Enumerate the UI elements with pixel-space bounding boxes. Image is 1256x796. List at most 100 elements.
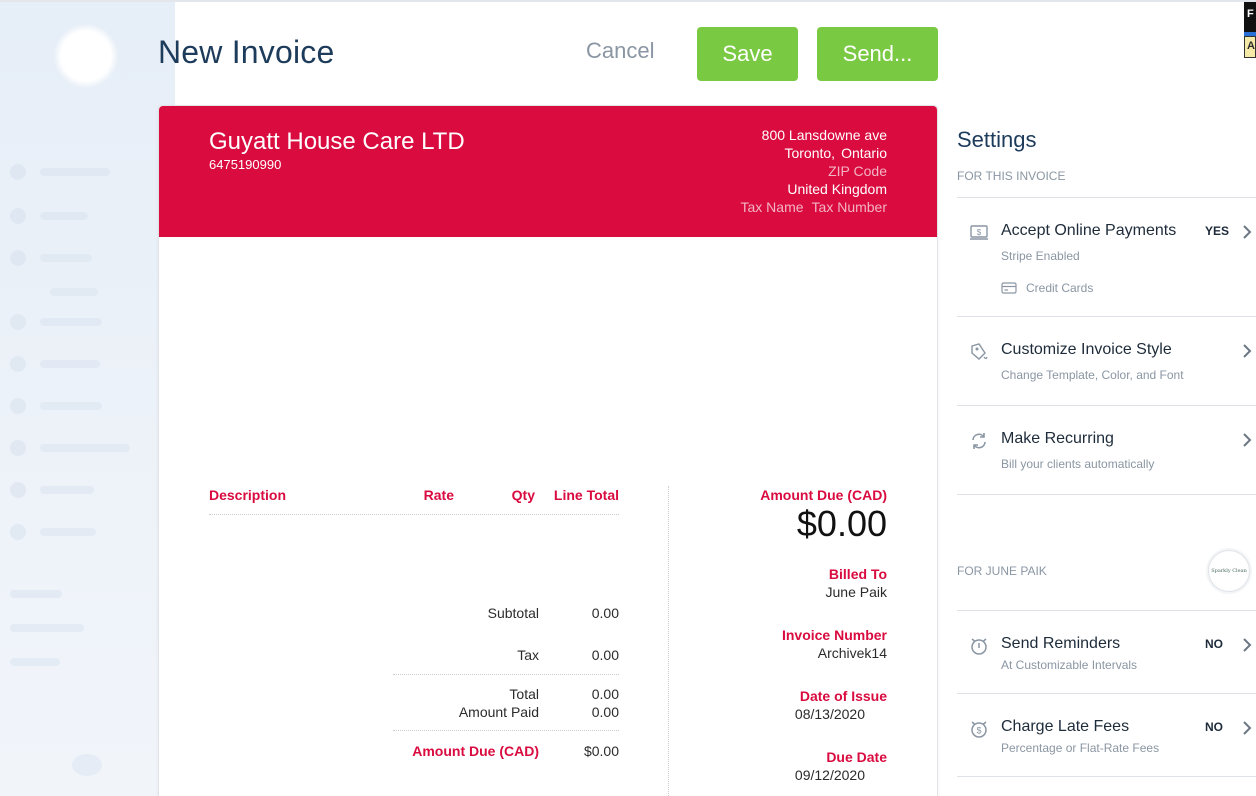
customize-invoice-style-desc: Change Template, Color, and Font	[1001, 368, 1184, 382]
invoice-number-value[interactable]: Archivek14	[818, 645, 887, 661]
send-reminders-title: Send Reminders	[1001, 635, 1121, 652]
address-country: United Kingdom	[787, 181, 887, 197]
sidebar-item[interactable]	[10, 354, 100, 374]
address-province: Ontario	[841, 145, 887, 161]
subtotal-label: Subtotal	[487, 605, 539, 621]
sidebar-item[interactable]	[10, 206, 88, 226]
sidebar-logo	[54, 24, 118, 88]
accept-online-payments-title: Accept Online Payments	[1001, 222, 1177, 239]
chevron-right-icon	[1243, 638, 1252, 652]
client-logo-text: Sparkly Clean	[1211, 568, 1247, 574]
column-description: Description	[209, 487, 287, 503]
summary-divider	[393, 730, 619, 731]
tax-number: Tax Number	[811, 199, 887, 215]
paint-icon	[971, 343, 988, 360]
table-divider	[209, 514, 619, 515]
amount-paid-label: Amount Paid	[458, 704, 539, 720]
sidebar-bottom-icon[interactable]	[72, 754, 102, 776]
cancel-button[interactable]: Cancel	[586, 38, 654, 64]
invoice-card: Guyatt House Care LTD 6475190990 800 Lan…	[158, 105, 938, 796]
sidebar	[0, 2, 175, 796]
sidebar-item[interactable]	[10, 248, 92, 268]
date-of-issue-value[interactable]: 08/13/2020	[795, 706, 865, 722]
tax-row: Tax Name Tax Number	[741, 198, 888, 216]
company-name[interactable]: Guyatt House Care LTD	[209, 128, 465, 156]
sidebar-item[interactable]	[10, 480, 94, 500]
chevron-right-icon	[1243, 344, 1252, 358]
credit-card-icon	[1001, 282, 1017, 294]
tax-value: 0.00	[591, 647, 619, 663]
make-recurring-title: Make Recurring	[1001, 430, 1114, 447]
due-date-value[interactable]: 09/12/2020	[795, 767, 865, 783]
sidebar-footer-link[interactable]	[10, 624, 84, 632]
svg-text:$: $	[976, 726, 981, 736]
settings-for-invoice-label: FOR THIS INVOICE	[957, 169, 1066, 183]
settings-panel: Settings FOR THIS INVOICE $ Accept Onlin…	[957, 105, 1256, 796]
charge-late-fees-status: NO	[1205, 720, 1223, 734]
send-button[interactable]: Send...	[817, 27, 938, 81]
total-value: 0.00	[591, 686, 619, 702]
sidebar-footer-link[interactable]	[10, 590, 62, 598]
page-title: New Invoice	[158, 34, 335, 70]
sidebar-subitem[interactable]	[50, 288, 98, 296]
save-button[interactable]: Save	[697, 27, 798, 81]
invoice-number-label: Invoice Number	[781, 627, 887, 643]
accept-online-payments-item[interactable]: $ Accept Online Payments YES Stripe Enab…	[957, 219, 1256, 299]
column-qty: Qty	[511, 487, 535, 503]
date-of-issue-label: Date of Issue	[799, 688, 887, 704]
amount-paid-value: 0.00	[591, 704, 619, 720]
svg-text:$: $	[977, 228, 982, 237]
amount-due-heading: Amount Due (CAD)	[760, 487, 887, 503]
sidebar-footer-link[interactable]	[10, 658, 60, 666]
sidebar-item[interactable]	[10, 312, 102, 332]
address-zip: ZIP Code	[828, 163, 887, 179]
settings-for-client-label: FOR JUNE PAIK	[957, 564, 1047, 578]
credit-cards-label: Credit Cards	[1026, 281, 1094, 295]
charge-late-fees-desc: Percentage or Flat-Rate Fees	[1001, 741, 1160, 755]
company-address[interactable]: 800 Lansdowne ave Toronto, Ontario ZIP Co…	[741, 126, 888, 216]
make-recurring-item[interactable]: Make Recurring Bill your clients automat…	[957, 427, 1256, 477]
accept-online-payments-desc: Stripe Enabled	[1001, 249, 1080, 263]
corner-badge-bottom: A	[1244, 36, 1256, 58]
credit-cards-row: Credit Cards	[1001, 281, 1093, 295]
invoice-header[interactable]: Guyatt House Care LTD 6475190990 800 Lan…	[159, 106, 937, 237]
amount-due-total: $0.00	[796, 503, 887, 544]
subtotal-value: 0.00	[591, 605, 619, 621]
summary-divider	[393, 674, 619, 675]
sidebar-item[interactable]	[10, 438, 130, 458]
charge-late-fees-title: Charge Late Fees	[1001, 718, 1130, 735]
late-fee-icon: $	[971, 721, 987, 738]
customize-invoice-style-title: Customize Invoice Style	[1001, 341, 1172, 358]
address-city-row: Toronto, Ontario	[741, 144, 887, 162]
address-city: Toronto,	[784, 145, 836, 161]
company-phone[interactable]: 6475190990	[209, 157, 281, 172]
client-logo: Sparkly Clean	[1208, 550, 1250, 592]
corner-badge: F A	[1244, 0, 1256, 58]
column-rate: Rate	[423, 487, 454, 503]
chevron-right-icon	[1243, 433, 1252, 447]
charge-late-fees-item[interactable]: $ Charge Late Fees NO Percentage or Flat…	[957, 715, 1256, 759]
alarm-clock-icon	[971, 638, 987, 655]
payment-screen-icon: $	[970, 225, 988, 240]
total-label: Total	[509, 686, 539, 702]
address-line1: 800 Lansdowne ave	[761, 127, 887, 143]
billed-to-value[interactable]: June Paik	[826, 584, 887, 600]
customize-invoice-style-item[interactable]: Customize Invoice Style Change Template,…	[957, 338, 1256, 388]
chevron-right-icon	[1243, 225, 1252, 239]
sidebar-item[interactable]	[10, 396, 102, 416]
accept-online-payments-status: YES	[1205, 224, 1230, 238]
settings-title: Settings	[957, 127, 1037, 152]
amount-due-label: Amount Due (CAD)	[412, 743, 539, 759]
column-divider	[668, 486, 669, 796]
make-recurring-desc: Bill your clients automatically	[1001, 457, 1155, 471]
send-reminders-item[interactable]: Send Reminders NO At Customizable Interv…	[957, 632, 1256, 676]
sidebar-item[interactable]	[10, 162, 110, 182]
amount-due-value: $0.00	[583, 743, 619, 759]
due-date-label: Due Date	[826, 749, 887, 765]
top-border	[0, 0, 1256, 2]
recurring-icon	[972, 433, 986, 449]
chevron-right-icon	[1243, 721, 1252, 735]
billed-to-label: Billed To	[828, 566, 887, 582]
send-reminders-desc: At Customizable Intervals	[1001, 658, 1138, 672]
sidebar-item[interactable]	[10, 522, 96, 542]
